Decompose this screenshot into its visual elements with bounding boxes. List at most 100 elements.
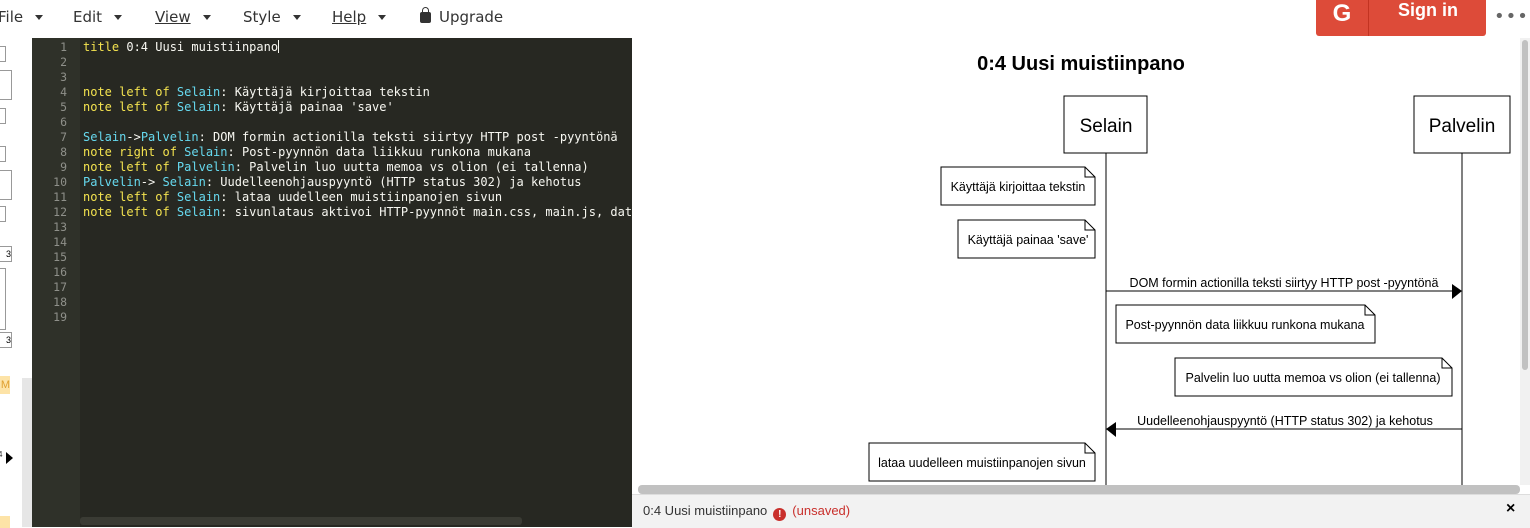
toolbar-badge-2[interactable] (0, 516, 10, 528)
google-sign-in-button[interactable]: G Sign in (1316, 0, 1486, 36)
menu-view-label: View (155, 8, 191, 26)
menu-help[interactable]: Help (332, 0, 387, 34)
line-number: 4 (60, 85, 67, 99)
line-number: 7 (60, 130, 67, 144)
note-1-text: Käyttäjä kirjoittaa tekstin (951, 180, 1086, 194)
diagram-horizontal-scrollbar[interactable] (638, 485, 1520, 494)
code-text: : DOM formin actionilla teksti siirtyy H… (198, 130, 618, 144)
line-number: 10 (53, 175, 67, 189)
line-number: 11 (53, 190, 67, 204)
left-toolbar-scrollbar[interactable] (22, 378, 32, 527)
message-1-label: DOM formin actionilla teksti siirtyy HTT… (1130, 276, 1439, 290)
code-identifier: Selain (176, 190, 221, 204)
code-line[interactable]: Selain->Palvelin: DOM formin actionilla … (83, 130, 618, 144)
code-keyword: note left of (83, 205, 177, 219)
diagram-vertical-scrollbar[interactable] (1520, 38, 1530, 485)
menu-style-label: Style (243, 8, 281, 26)
menu-style[interactable]: Style (243, 0, 301, 34)
code-line[interactable]: title 0:4 Uusi muistiinpano (83, 40, 280, 54)
arrow-right-icon[interactable] (6, 452, 13, 464)
diagram-title: 0:4 Uusi muistiinpano (977, 53, 1185, 75)
line-number: 13 (53, 220, 67, 234)
code-text: : sivunlataus aktivoi HTTP-pyynnöt main.… (220, 205, 632, 219)
code-keyword: note right of (83, 145, 185, 159)
code-editor[interactable]: 1 2 3 4 5 6 7 8 9 10 11 12 13 14 15 16 17 18 19 title 0:4 … (32, 38, 632, 527)
menu-bar: File Edit View Style Help Upgrade G Sign… (0, 0, 1530, 38)
line-number-gutter: 1 2 3 4 5 6 7 8 9 10 11 12 13 14 15 16 17 18 19 (32, 38, 80, 527)
code-text: -> (140, 175, 163, 189)
code-identifier: Selain (162, 175, 206, 189)
code-identifier: Palvelin (176, 160, 235, 174)
line-number: 1 (60, 40, 67, 54)
upgrade-label: Upgrade (439, 8, 504, 26)
code-text: 0:4 Uusi muistiinpano (126, 40, 279, 54)
menu-edit-label: Edit (73, 8, 103, 26)
line-number: 16 (53, 265, 67, 279)
code-line[interactable]: note left of Selain: lataa uudelleen mui… (83, 190, 502, 204)
code-identifier: Selain (176, 205, 221, 219)
toolbar-shape-2[interactable] (0, 70, 12, 100)
caret-down-icon (292, 15, 301, 20)
code-keyword: note left of (83, 85, 177, 99)
code-line[interactable]: note left of Selain: Käyttäjä kirjoittaa… (83, 85, 430, 99)
toolbar-shape-3[interactable] (0, 108, 6, 124)
code-identifier: Selain (184, 145, 228, 159)
toolbar-shape-7[interactable] (0, 268, 6, 330)
toolbar-shape-5[interactable] (0, 170, 12, 200)
more-options-icon[interactable]: ••• (1494, 6, 1529, 27)
caret-down-icon (114, 15, 123, 20)
participant-selain-label: Selain (1080, 116, 1133, 137)
code-text: : Käyttäjä kirjoittaa tekstin (220, 85, 430, 99)
code-identifier: Selain (83, 130, 127, 144)
note-5-text: lataa uudelleen muistiinpanojen sivun (878, 456, 1086, 470)
editor-horizontal-scrollbar[interactable] (80, 517, 522, 525)
sign-in-label: Sign in (1398, 0, 1458, 20)
note-3-text: Post-pyynnön data liikkuu runkona mukana (1125, 318, 1364, 332)
code-text: : Uudelleenohjauspyyntö (HTTP status 302… (205, 175, 582, 189)
line-number: 18 (53, 295, 67, 309)
code-keyword: note left of (83, 190, 177, 204)
code-line[interactable]: Palvelin-> Selain: Uudelleenohjauspyyntö… (83, 175, 582, 189)
shopping-bag-icon (420, 7, 431, 23)
caret-down-icon (378, 15, 387, 20)
toolbar-shape-4[interactable] (0, 146, 6, 162)
menu-view[interactable]: View (155, 0, 211, 34)
toolbar-shape-6[interactable] (0, 206, 6, 222)
toolbar-number-box-2[interactable]: 3 (0, 332, 12, 348)
code-line[interactable]: note right of Selain: Post-pyynnön data … (83, 145, 531, 159)
diagram-preview: 0:4 Uusi muistiinpano Selain Palvelin Kä… (632, 38, 1530, 485)
line-number: 6 (60, 115, 67, 129)
code-identifier: Palvelin (83, 175, 141, 189)
code-identifier: Selain (176, 100, 221, 114)
menu-file[interactable]: File (0, 0, 44, 34)
diagram-vertical-scrollbar-thumb[interactable] (1522, 40, 1528, 370)
upgrade-button[interactable]: Upgrade (420, 0, 503, 34)
sequence-diagram: 0:4 Uusi muistiinpano Selain Palvelin Kä… (868, 53, 1511, 485)
toolbar-number-box-1[interactable]: 3 (0, 246, 12, 262)
note-4-text: Palvelin luo uutta memoa vs olion (ei ta… (1186, 371, 1441, 385)
arrowhead-right-icon (1452, 284, 1462, 299)
code-line[interactable]: note left of Selain: Käyttäjä painaa 'sa… (83, 100, 394, 114)
line-number: 15 (53, 250, 67, 264)
toolbar-shape-1[interactable] (0, 46, 6, 62)
close-icon[interactable]: × (1506, 500, 1515, 518)
google-icon: G (1316, 0, 1369, 36)
unsaved-indicator: (unsaved) (792, 503, 851, 518)
caret-down-icon (35, 15, 44, 20)
text-cursor (278, 40, 280, 53)
code-keyword: note left of (83, 160, 177, 174)
code-line[interactable]: note left of Palvelin: Palvelin luo uutt… (83, 160, 589, 174)
toolbar-badge[interactable]: M (0, 376, 10, 394)
status-title-group: 0:4 Uusi muistiinpano! (unsaved) (643, 503, 850, 521)
line-number: 5 (60, 100, 67, 114)
code-text: -> (126, 130, 141, 144)
line-number: 17 (53, 280, 67, 294)
code-line[interactable]: note left of Selain: sivunlataus aktivoi… (83, 205, 632, 219)
code-keyword: title (83, 40, 127, 54)
code-text: : Palvelin luo uutta memoa vs olion (ei … (234, 160, 589, 174)
code-keyword: note left of (83, 100, 177, 114)
arrowhead-left-icon (1106, 422, 1116, 437)
menu-edit[interactable]: Edit (73, 0, 123, 34)
line-number: 8 (60, 145, 67, 159)
toolbar-arrow-label: 4 (0, 450, 3, 459)
